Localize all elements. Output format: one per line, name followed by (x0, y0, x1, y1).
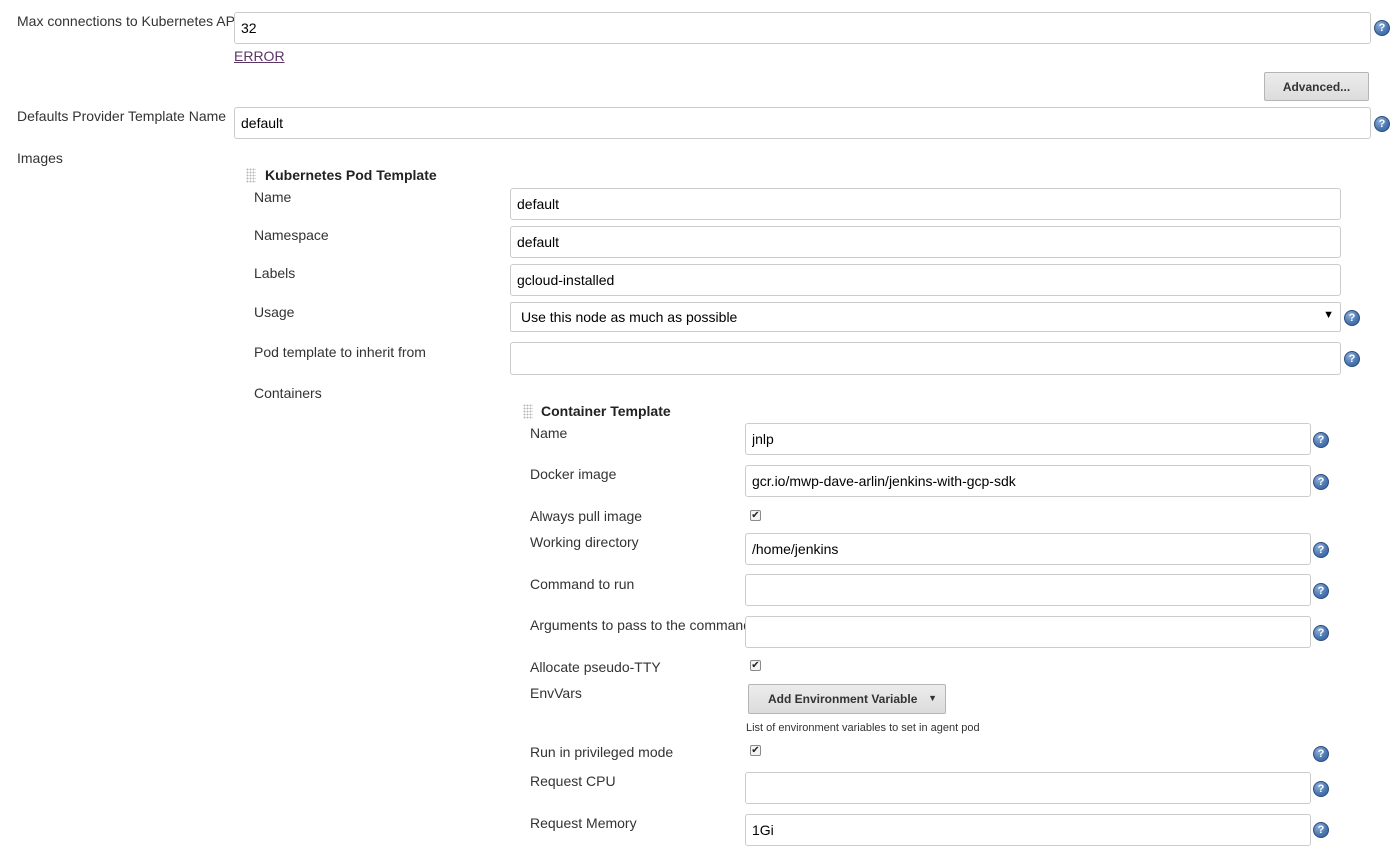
drag-handle-icon[interactable] (523, 404, 533, 419)
privileged-checkbox[interactable]: ✔ (750, 745, 761, 756)
help-icon[interactable]: ? (1313, 625, 1329, 641)
help-icon[interactable]: ? (1313, 781, 1329, 797)
inherit-from-label: Pod template to inherit from (254, 344, 426, 360)
arguments-label: Arguments to pass to the command (530, 617, 751, 633)
help-icon[interactable]: ? (1313, 583, 1329, 599)
inherit-from-input[interactable] (510, 342, 1341, 375)
error-link[interactable]: ERROR (234, 48, 285, 64)
usage-select[interactable]: Use this node as much as possible ▼ (510, 302, 1341, 332)
request-cpu-label: Request CPU (530, 773, 616, 789)
container-name-input[interactable] (745, 423, 1311, 455)
pod-name-label: Name (254, 189, 292, 205)
containers-label: Containers (254, 385, 322, 401)
privileged-label: Run in privileged mode (530, 744, 674, 760)
pod-template-title: Kubernetes Pod Template (265, 167, 437, 183)
request-memory-label: Request Memory (530, 815, 637, 831)
labels-label: Labels (254, 265, 296, 281)
tty-checkbox[interactable]: ✔ (750, 660, 761, 671)
docker-image-label: Docker image (530, 466, 617, 482)
namespace-label: Namespace (254, 227, 329, 243)
command-input[interactable] (745, 574, 1311, 606)
request-memory-input[interactable] (745, 814, 1311, 846)
arguments-input[interactable] (745, 616, 1311, 648)
max-connections-label: Max connections to Kubernetes API (17, 13, 239, 29)
images-label: Images (17, 150, 63, 166)
envvars-label: EnvVars (530, 685, 582, 701)
labels-input[interactable] (510, 264, 1341, 296)
always-pull-checkbox[interactable]: ✔ (750, 510, 761, 521)
max-connections-input[interactable] (234, 12, 1371, 44)
defaults-provider-label: Defaults Provider Template Name (17, 108, 227, 124)
checkmark-icon: ✔ (751, 745, 760, 756)
working-dir-input[interactable] (745, 533, 1311, 565)
request-cpu-input[interactable] (745, 772, 1311, 804)
namespace-input[interactable] (510, 226, 1341, 258)
caret-down-icon: ▼ (928, 693, 937, 703)
pod-name-input[interactable] (510, 188, 1341, 220)
help-icon[interactable]: ? (1313, 474, 1329, 490)
working-dir-label: Working directory (530, 534, 639, 550)
container-template-title: Container Template (541, 403, 671, 419)
always-pull-label: Always pull image (530, 508, 643, 524)
container-name-label: Name (530, 425, 568, 441)
help-icon[interactable]: ? (1374, 116, 1390, 132)
help-icon[interactable]: ? (1313, 542, 1329, 558)
envvars-description: List of environment variables to set in … (746, 722, 980, 734)
add-env-var-label: Add Environment Variable (768, 692, 918, 706)
caret-down-icon: ▼ (1323, 309, 1334, 321)
help-icon[interactable]: ? (1344, 310, 1360, 326)
help-icon[interactable]: ? (1374, 20, 1390, 36)
checkmark-icon: ✔ (751, 510, 760, 521)
drag-handle-icon[interactable] (246, 168, 256, 183)
help-icon[interactable]: ? (1313, 746, 1329, 762)
advanced-button[interactable]: Advanced... (1264, 72, 1369, 101)
command-label: Command to run (530, 576, 635, 592)
tty-label: Allocate pseudo-TTY (530, 659, 661, 675)
add-env-var-button[interactable]: Add Environment Variable ▼ (748, 684, 946, 714)
docker-image-input[interactable] (745, 465, 1311, 497)
help-icon[interactable]: ? (1344, 351, 1360, 367)
usage-select-value: Use this node as much as possible (521, 309, 738, 325)
checkmark-icon: ✔ (751, 660, 760, 671)
help-icon[interactable]: ? (1313, 432, 1329, 448)
help-icon[interactable]: ? (1313, 822, 1329, 838)
usage-label: Usage (254, 304, 295, 320)
defaults-provider-input[interactable] (234, 107, 1371, 139)
